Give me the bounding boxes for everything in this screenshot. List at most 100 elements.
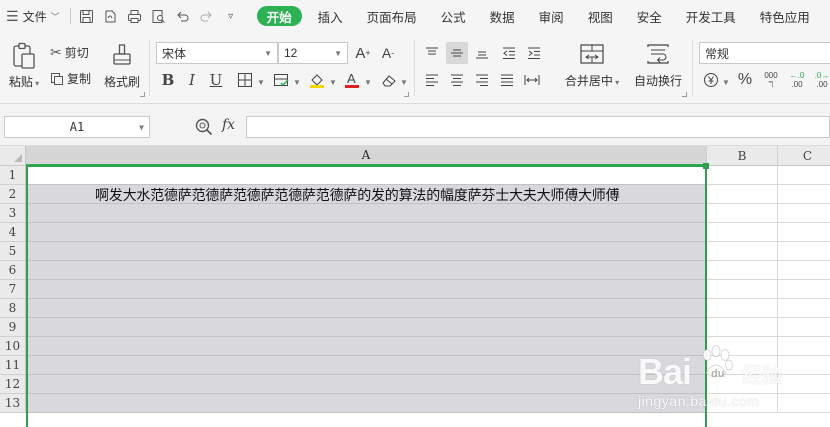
cell-a[interactable] <box>26 280 707 299</box>
print-preview-icon[interactable] <box>147 4 171 28</box>
distributed-align-icon[interactable] <box>521 69 543 91</box>
cell-b[interactable] <box>707 185 778 204</box>
formula-input[interactable] <box>246 116 830 138</box>
font-dialog-launcher[interactable] <box>404 92 409 97</box>
file-menu[interactable]: ☰ 文件 ﹀ <box>0 0 66 32</box>
row-header[interactable]: 8 <box>0 299 26 318</box>
cell-c[interactable] <box>778 318 830 337</box>
chevron-down-icon[interactable]: ▼ <box>722 78 730 87</box>
tab-home[interactable]: 开始 <box>256 6 302 26</box>
cell-b[interactable] <box>707 318 778 337</box>
percent-icon[interactable]: % <box>734 69 756 91</box>
wrap-text-button[interactable]: 自动换行 <box>630 42 686 89</box>
save-icon[interactable] <box>75 4 99 28</box>
align-right-icon[interactable] <box>471 69 493 91</box>
cell-c[interactable] <box>778 299 830 318</box>
cell-c[interactable] <box>778 223 830 242</box>
name-box[interactable]: A1 ▼ <box>4 116 150 138</box>
cell-a[interactable] <box>26 394 707 413</box>
tab-review[interactable]: 审阅 <box>527 0 576 32</box>
cell-a[interactable] <box>26 204 707 223</box>
row-header[interactable]: 11 <box>0 356 26 375</box>
cell-a[interactable] <box>26 375 707 394</box>
row-header[interactable]: 1 <box>0 166 26 185</box>
cell-c[interactable] <box>778 185 830 204</box>
format-painter-button[interactable]: 格式刷 <box>102 42 142 90</box>
font-name-select[interactable]: 宋体 ▼ <box>156 42 278 64</box>
font-color-icon[interactable]: A <box>341 69 363 91</box>
redo-icon[interactable] <box>195 4 219 28</box>
cut-button[interactable]: ✂ 剪切 <box>50 44 89 61</box>
cell-b[interactable] <box>707 242 778 261</box>
tab-security[interactable]: 安全 <box>625 0 674 32</box>
fill-color-icon[interactable] <box>306 69 328 91</box>
underline-icon[interactable]: U <box>205 69 227 91</box>
cell-c[interactable] <box>778 261 830 280</box>
row-header[interactable]: 2 <box>0 185 26 204</box>
cell-c[interactable] <box>778 280 830 299</box>
undo-icon[interactable] <box>171 4 195 28</box>
row-header[interactable]: 6 <box>0 261 26 280</box>
tab-view[interactable]: 视图 <box>576 0 625 32</box>
cell-c[interactable] <box>778 166 830 185</box>
clipboard-dialog-launcher[interactable] <box>140 92 145 97</box>
align-center-icon[interactable] <box>446 69 468 91</box>
cell-style-icon[interactable] <box>270 69 292 91</box>
tab-page-layout[interactable]: 页面布局 <box>355 0 429 32</box>
align-middle-icon[interactable] <box>446 42 468 64</box>
export-pdf-icon[interactable] <box>99 4 123 28</box>
row-header[interactable]: 12 <box>0 375 26 394</box>
cell-b[interactable] <box>707 299 778 318</box>
align-top-icon[interactable] <box>421 42 443 64</box>
chevron-down-icon[interactable]: ▼ <box>329 78 337 87</box>
thousands-separator-icon[interactable]: 000 ℸ <box>760 69 782 91</box>
decrease-indent-icon[interactable] <box>498 42 520 64</box>
tab-special-apps[interactable]: 特色应用 <box>748 0 822 32</box>
align-left-icon[interactable] <box>421 69 443 91</box>
select-all-button[interactable] <box>0 146 26 166</box>
cell-b[interactable] <box>707 223 778 242</box>
cell-a[interactable] <box>26 318 707 337</box>
tab-developer[interactable]: 开发工具 <box>674 0 748 32</box>
cell-b[interactable] <box>707 204 778 223</box>
copy-button[interactable]: 复制 <box>50 70 91 87</box>
insert-function-icon[interactable]: fx <box>222 117 235 133</box>
active-cell-a1[interactable] <box>26 166 707 185</box>
cell-a[interactable] <box>26 299 707 318</box>
increase-font-size-icon[interactable]: A + <box>352 42 374 64</box>
cell-a[interactable] <box>26 261 707 280</box>
merge-center-button[interactable]: 合并居中 ▾ <box>562 42 622 89</box>
paste-button[interactable]: 粘贴 ▾ <box>6 42 42 90</box>
increase-indent-icon[interactable] <box>523 42 545 64</box>
cell-a[interactable] <box>26 223 707 242</box>
cell-a[interactable] <box>26 337 707 356</box>
column-header-a[interactable]: A <box>26 146 707 166</box>
decrease-font-size-icon[interactable]: A- <box>377 42 399 64</box>
cell-b[interactable] <box>707 166 778 185</box>
tab-data[interactable]: 数据 <box>478 0 527 32</box>
column-header-b[interactable]: B <box>707 146 778 166</box>
justify-icon[interactable] <box>496 69 518 91</box>
row-header[interactable]: 4 <box>0 223 26 242</box>
bold-icon[interactable]: B <box>157 69 179 91</box>
cell-b[interactable] <box>707 280 778 299</box>
italic-icon[interactable]: I <box>181 69 203 91</box>
align-bottom-icon[interactable] <box>471 42 493 64</box>
cell-c[interactable] <box>778 204 830 223</box>
row-header[interactable]: 5 <box>0 242 26 261</box>
tab-insert[interactable]: 插入 <box>306 0 355 32</box>
borders-icon[interactable] <box>234 69 256 91</box>
zoom-search-icon[interactable] <box>194 117 214 137</box>
row-header[interactable]: 10 <box>0 337 26 356</box>
row-header[interactable]: 7 <box>0 280 26 299</box>
cell-a[interactable] <box>26 242 707 261</box>
print-icon[interactable] <box>123 4 147 28</box>
column-header-c[interactable]: C <box>778 146 830 166</box>
chevron-down-icon[interactable]: ▼ <box>257 78 265 87</box>
clear-format-icon[interactable] <box>378 69 400 91</box>
currency-icon[interactable] <box>700 69 722 91</box>
customize-toolbar-icon[interactable]: ▿ <box>219 4 243 28</box>
cell-a[interactable] <box>26 356 707 375</box>
increase-decimal-icon[interactable]: ←.0.00 <box>786 69 808 91</box>
tab-formulas[interactable]: 公式 <box>429 0 478 32</box>
